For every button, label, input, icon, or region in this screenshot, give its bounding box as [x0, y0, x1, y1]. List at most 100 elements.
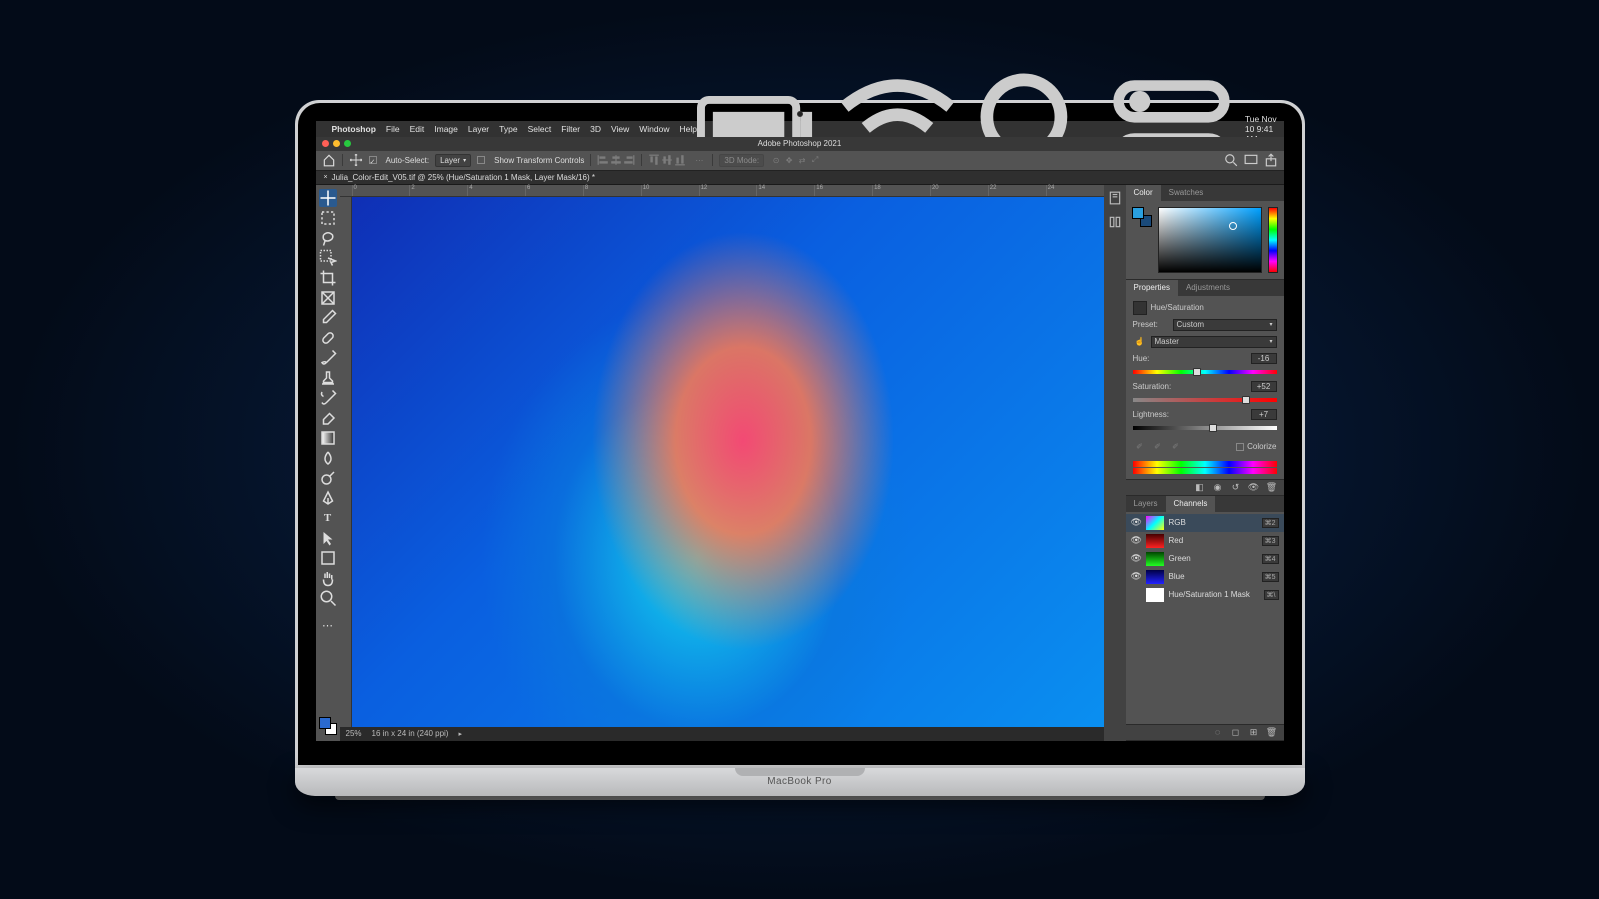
- history-brush-tool[interactable]: [319, 389, 337, 407]
- channel-row[interactable]: Hue/Saturation 1 Mask⌘\: [1126, 586, 1284, 604]
- document-canvas[interactable]: [352, 197, 1104, 727]
- more-align-icon[interactable]: ⋯: [692, 153, 706, 167]
- auto-select-dropdown[interactable]: Layer▾: [435, 154, 471, 167]
- tools-panel: T ⋯: [316, 185, 340, 741]
- horizontal-ruler[interactable]: 0 2 4 6 8 10 12 14 16 18 20 22 2: [340, 185, 1104, 197]
- home-icon[interactable]: [322, 153, 336, 167]
- color-fg-bg[interactable]: [1132, 207, 1152, 227]
- healing-tool[interactable]: [319, 329, 337, 347]
- stamp-tool[interactable]: [319, 369, 337, 387]
- zoom-level[interactable]: 25%: [346, 729, 362, 738]
- doc-info[interactable]: 16 in x 24 in (240 ppi): [372, 729, 449, 738]
- tab-adjustments[interactable]: Adjustments: [1178, 280, 1238, 296]
- move-tool[interactable]: [319, 189, 337, 207]
- tab-swatches[interactable]: Swatches: [1161, 185, 1212, 201]
- clip-to-layer-icon[interactable]: ◧: [1194, 481, 1206, 493]
- align-right-icon: [623, 153, 635, 167]
- menu-view[interactable]: View: [611, 124, 629, 134]
- hue-slider-bar[interactable]: [1133, 370, 1277, 374]
- menu-type[interactable]: Type: [499, 124, 517, 134]
- menu-3d[interactable]: 3D: [590, 124, 601, 134]
- visibility-icon[interactable]: 👁: [1131, 571, 1141, 582]
- auto-select-checkbox[interactable]: [369, 156, 377, 164]
- visibility-icon[interactable]: 👁: [1131, 535, 1141, 546]
- search-icon[interactable]: [1224, 153, 1238, 167]
- menu-image[interactable]: Image: [434, 124, 458, 134]
- shape-tool[interactable]: [319, 549, 337, 567]
- dodge-tool[interactable]: [319, 469, 337, 487]
- tab-layers[interactable]: Layers: [1126, 496, 1166, 512]
- macos-menubar: Photoshop File Edit Image Layer Type Sel…: [316, 121, 1284, 137]
- eraser-tool[interactable]: [319, 409, 337, 427]
- zoom-button[interactable]: [344, 140, 351, 147]
- frame-tool[interactable]: [319, 289, 337, 307]
- menu-help[interactable]: Help: [679, 124, 696, 134]
- tab-channels[interactable]: Channels: [1166, 496, 1216, 512]
- visibility-icon[interactable]: 👁: [1131, 553, 1141, 564]
- channels-list: 👁RGB⌘2 👁Red⌘3 👁Green⌘4 👁Blue⌘5 Hue/Satur…: [1126, 512, 1284, 606]
- range-dropdown[interactable]: Master▾: [1151, 336, 1277, 348]
- lightness-slider[interactable]: [1133, 426, 1277, 430]
- menu-select[interactable]: Select: [528, 124, 552, 134]
- libraries-panel-icon[interactable]: [1108, 215, 1122, 229]
- trash-icon[interactable]: 🗑: [1266, 481, 1278, 493]
- align-group: [597, 153, 635, 167]
- menu-window[interactable]: Window: [639, 124, 669, 134]
- preset-dropdown[interactable]: Custom▾: [1173, 319, 1277, 331]
- eyedropper-tool[interactable]: [319, 309, 337, 327]
- channel-row[interactable]: 👁RGB⌘2: [1126, 514, 1284, 532]
- minimize-button[interactable]: [333, 140, 340, 147]
- visibility-icon[interactable]: 👁: [1131, 517, 1141, 528]
- tab-properties[interactable]: Properties: [1126, 280, 1178, 296]
- edit-toolbar-icon[interactable]: ⋯: [319, 617, 337, 635]
- new-channel-icon[interactable]: ⊞: [1248, 726, 1260, 738]
- light-value[interactable]: +7: [1251, 409, 1277, 420]
- delete-channel-icon[interactable]: 🗑: [1266, 726, 1278, 738]
- tab-color[interactable]: Color: [1126, 185, 1161, 201]
- menu-file[interactable]: File: [386, 124, 400, 134]
- menu-layer[interactable]: Layer: [468, 124, 489, 134]
- save-selection-icon[interactable]: ◻: [1230, 726, 1242, 738]
- load-selection-icon[interactable]: ◌: [1212, 726, 1224, 738]
- path-select-tool[interactable]: [319, 529, 337, 547]
- blur-tool[interactable]: [319, 449, 337, 467]
- brush-tool[interactable]: [319, 349, 337, 367]
- history-panel-icon[interactable]: [1108, 191, 1122, 205]
- colorize-checkbox[interactable]: [1236, 443, 1244, 451]
- pen-tool[interactable]: [319, 489, 337, 507]
- finger-icon[interactable]: ☝: [1133, 335, 1147, 349]
- saturation-slider[interactable]: [1133, 398, 1277, 402]
- object-select-tool[interactable]: [319, 249, 337, 267]
- sat-value[interactable]: +52: [1251, 381, 1277, 392]
- gradient-tool[interactable]: [319, 429, 337, 447]
- hue-value[interactable]: -16: [1251, 353, 1277, 364]
- menu-filter[interactable]: Filter: [561, 124, 580, 134]
- close-button[interactable]: [322, 140, 329, 147]
- zoom-tool[interactable]: [319, 589, 337, 607]
- auto-select-label: Auto-Select:: [386, 156, 430, 165]
- menu-edit[interactable]: Edit: [410, 124, 425, 134]
- document-tab[interactable]: × Julia_Color-Edit_V05.tif @ 25% (Hue/Sa…: [316, 171, 1284, 185]
- type-tool[interactable]: T: [319, 509, 337, 527]
- eyedrop-plus-icon[interactable]: ✐: [1151, 440, 1165, 454]
- hue-slider[interactable]: [1268, 207, 1278, 273]
- crop-tool[interactable]: [319, 269, 337, 287]
- color-swatches[interactable]: [319, 717, 337, 735]
- reset-icon[interactable]: ↺: [1230, 481, 1242, 493]
- screen-mode-icon[interactable]: [1244, 153, 1258, 167]
- vertical-ruler[interactable]: [340, 197, 352, 727]
- color-field[interactable]: [1158, 207, 1262, 273]
- channel-row[interactable]: 👁Green⌘4: [1126, 550, 1284, 568]
- lasso-tool[interactable]: [319, 229, 337, 247]
- channel-row[interactable]: 👁Red⌘3: [1126, 532, 1284, 550]
- share-icon[interactable]: [1264, 153, 1278, 167]
- marquee-tool[interactable]: [319, 209, 337, 227]
- transform-checkbox[interactable]: [477, 156, 485, 164]
- eyedrop-minus-icon[interactable]: ✐: [1169, 440, 1183, 454]
- view-previous-icon[interactable]: ◉: [1212, 481, 1224, 493]
- hand-tool[interactable]: [319, 569, 337, 587]
- toggle-visibility-icon[interactable]: 👁: [1248, 481, 1260, 493]
- channel-row[interactable]: 👁Blue⌘5: [1126, 568, 1284, 586]
- eyedrop-icon[interactable]: ✐: [1133, 440, 1147, 454]
- menu-app[interactable]: Photoshop: [332, 124, 376, 134]
